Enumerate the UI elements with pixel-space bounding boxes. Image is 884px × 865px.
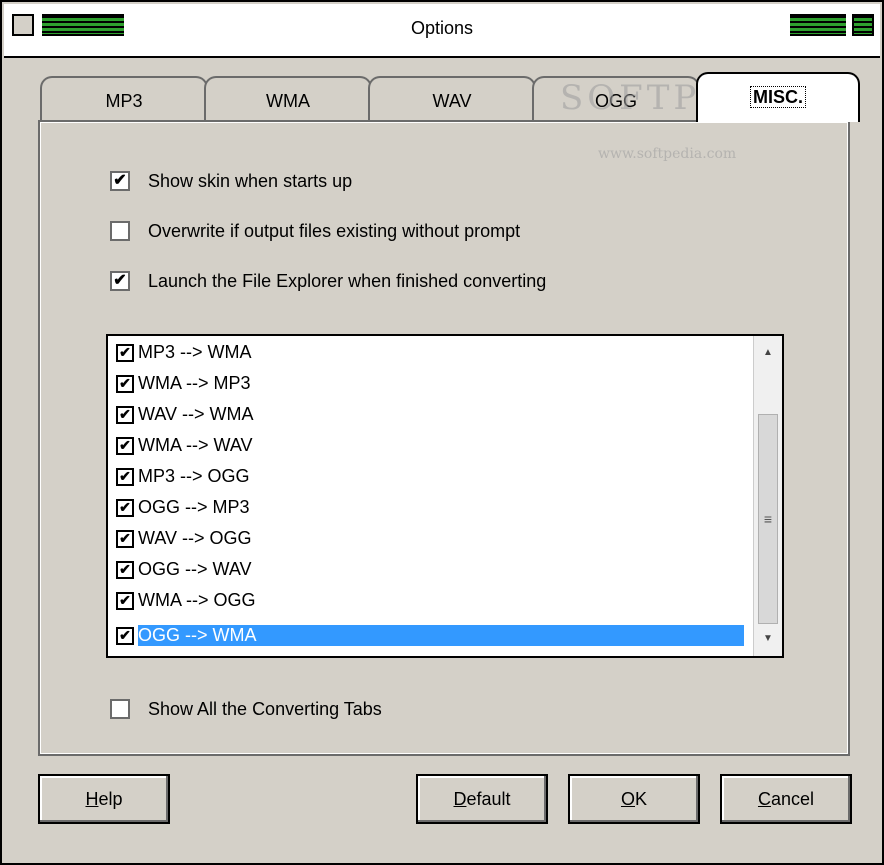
show-skin-checkbox[interactable] [110, 171, 130, 191]
list-item[interactable]: OGG --> MP3 [116, 493, 250, 522]
tab-wav[interactable]: WAV [368, 76, 536, 122]
list-item-checkbox[interactable] [116, 343, 134, 362]
list-item[interactable]: OGG --> WMA [116, 621, 744, 650]
launch-explorer-label: Launch the File Explorer when finished c… [148, 270, 547, 291]
option-show-all-tabs[interactable]: Show All the Converting Tabs [110, 696, 382, 722]
list-item-label: WAV --> WMA [138, 404, 254, 424]
tab-wma-label: WMA [266, 91, 310, 111]
list-item-checkbox[interactable] [116, 529, 134, 548]
list-item-checkbox[interactable] [116, 498, 134, 517]
cancel-button[interactable]: Cancel [720, 774, 852, 824]
tab-misc-label: MISC. [749, 86, 807, 108]
tab-misc[interactable]: MISC. [696, 72, 860, 122]
tab-mp3-label: MP3 [105, 91, 143, 111]
default-mnemonic: D [453, 788, 467, 809]
ok-label: K [635, 788, 648, 809]
list-item-label: WMA --> OGG [138, 590, 256, 610]
title-bar[interactable]: Options [4, 4, 880, 56]
list-item-label: OGG --> WAV [138, 559, 252, 579]
tab-wav-label: WAV [432, 91, 472, 111]
option-show-skin[interactable]: Show skin when starts up [110, 168, 352, 194]
list-item-checkbox[interactable] [116, 560, 134, 579]
cancel-label: ancel [770, 788, 815, 809]
overwrite-label: Overwrite if output files existing witho… [148, 220, 521, 241]
list-item[interactable]: WAV --> OGG [116, 524, 252, 553]
cancel-mnemonic: C [757, 788, 771, 809]
watermark-url: www.softpedia.com [598, 146, 737, 162]
grip-lines-icon: ≡ [763, 511, 773, 527]
window-title: Options [410, 18, 474, 38]
option-launch-explorer[interactable]: Launch the File Explorer when finished c… [110, 268, 546, 294]
tab-wma[interactable]: WMA [204, 76, 372, 122]
list-item[interactable]: OGG --> WAV [116, 555, 252, 584]
list-item[interactable]: WMA --> WAV [116, 431, 253, 460]
conversion-list[interactable]: MP3 --> WMA WMA --> MP3 WAV --> WMA WMA … [106, 334, 784, 658]
list-item-checkbox[interactable] [116, 374, 134, 393]
title-grip-right-icon [790, 14, 846, 36]
scroll-down-icon[interactable]: ▼ [754, 624, 782, 652]
show-all-tabs-checkbox[interactable] [110, 699, 130, 719]
list-item-label: WMA --> MP3 [138, 373, 251, 393]
list-item-label: WMA --> WAV [138, 435, 253, 455]
list-item-checkbox[interactable] [116, 405, 134, 424]
list-item-checkbox[interactable] [116, 436, 134, 455]
list-item[interactable]: WMA --> OGG [116, 586, 256, 615]
zoom-box-icon[interactable] [852, 14, 874, 36]
list-item[interactable]: WAV --> WMA [116, 400, 254, 429]
title-divider [4, 56, 880, 58]
list-item-label: OGG --> WMA [138, 625, 744, 646]
overwrite-checkbox[interactable] [110, 221, 130, 241]
list-item[interactable]: MP3 --> OGG [116, 462, 250, 491]
default-button[interactable]: Default [416, 774, 548, 824]
help-mnemonic: H [85, 788, 99, 809]
list-item-checkbox[interactable] [116, 467, 134, 486]
list-item-checkbox[interactable] [116, 591, 134, 610]
help-button[interactable]: Help [38, 774, 170, 824]
list-item-label: MP3 --> WMA [138, 342, 252, 362]
scroll-up-icon[interactable]: ▲ [754, 338, 782, 366]
list-item-checkbox[interactable] [116, 626, 134, 645]
list-item-label: WAV --> OGG [138, 528, 252, 548]
ok-mnemonic: O [620, 788, 635, 809]
show-skin-label: Show skin when starts up [148, 170, 353, 191]
tab-mp3[interactable]: MP3 [40, 76, 208, 122]
help-label: elp [98, 788, 123, 809]
launch-explorer-checkbox[interactable] [110, 271, 130, 291]
default-label: efault [466, 788, 511, 809]
list-item[interactable]: WMA --> MP3 [116, 369, 251, 398]
ok-button[interactable]: OK [568, 774, 700, 824]
scroll-thumb[interactable]: ≡ [758, 414, 778, 624]
show-all-tabs-label: Show All the Converting Tabs [148, 698, 382, 719]
list-item-label: OGG --> MP3 [138, 497, 250, 517]
list-scrollbar[interactable]: ▲ ≡ ▼ [753, 336, 782, 656]
list-item-label: MP3 --> OGG [138, 466, 250, 486]
list-item[interactable]: MP3 --> WMA [116, 338, 252, 367]
option-overwrite[interactable]: Overwrite if output files existing witho… [110, 218, 520, 244]
